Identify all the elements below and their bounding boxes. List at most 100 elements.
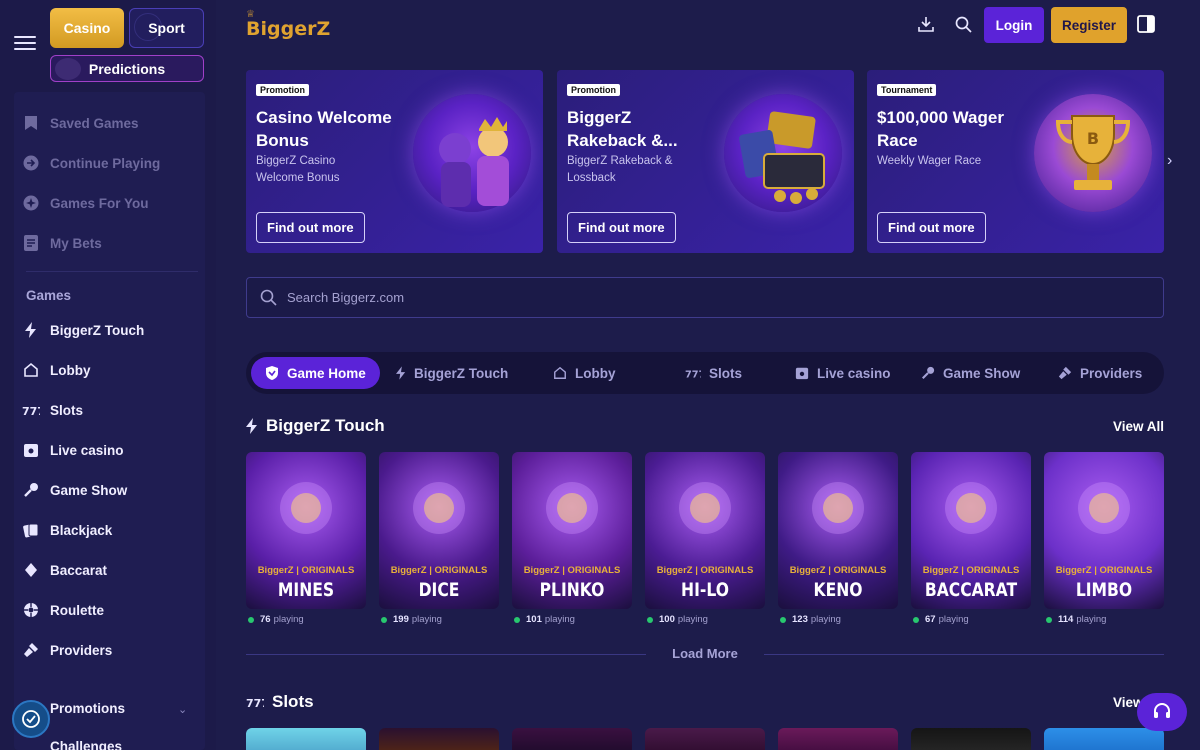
find-out-more-button[interactable]: Find out more bbox=[567, 212, 676, 243]
promo-card-wager-race[interactable]: Tournament $100,000 Wager Race Weekly Wa… bbox=[867, 70, 1164, 253]
tab-game-home[interactable]: Game Home bbox=[251, 357, 380, 389]
cookie-settings-button[interactable] bbox=[12, 700, 50, 738]
originals-badge: BiggerZ | ORIGINALS bbox=[656, 565, 754, 576]
tab-lobby[interactable]: Lobby bbox=[553, 357, 616, 389]
players-number: 76 bbox=[260, 614, 271, 625]
sidebar-item-label: Promotions bbox=[50, 700, 126, 716]
casino-button[interactable]: Casino bbox=[50, 8, 124, 48]
live-casino-icon bbox=[22, 441, 40, 459]
promo-title: Casino Welcome Bonus bbox=[256, 108, 392, 150]
sidebar-item-continue-playing[interactable]: Continue Playing bbox=[22, 152, 160, 174]
sidebar-item-blackjack[interactable]: Blackjack bbox=[22, 519, 112, 541]
slot-game-thumb[interactable] bbox=[911, 728, 1031, 750]
sport-button[interactable]: Sport bbox=[129, 8, 204, 48]
players-number: 114 bbox=[1058, 614, 1074, 625]
slot-game-thumb[interactable] bbox=[512, 728, 632, 750]
sidebar-item-label: My Bets bbox=[50, 235, 102, 251]
tab-game-show[interactable]: Game Show bbox=[921, 357, 1020, 389]
players-suffix: playing bbox=[810, 614, 841, 625]
game-title: HI-LO bbox=[681, 579, 729, 601]
sidebar-item-challenges[interactable]: Challenges bbox=[22, 735, 122, 750]
sidebar-item-label: Challenges bbox=[50, 738, 123, 750]
tab-biggerz-touch[interactable]: BiggerZ Touch bbox=[396, 357, 508, 389]
promo-card-rakeback[interactable]: Promotion BiggerZ Rakeback &... BiggerZ … bbox=[557, 70, 854, 253]
sidebar-item-label: BiggerZ Touch bbox=[50, 322, 145, 338]
baccarat-icon bbox=[22, 561, 40, 579]
game-card-mines[interactable]: BiggerZ | ORIGINALS MINES bbox=[246, 452, 366, 609]
login-button[interactable]: Login bbox=[984, 7, 1044, 43]
support-chat-button[interactable] bbox=[1137, 693, 1187, 731]
sidebar-toggle-icon[interactable] bbox=[1136, 14, 1156, 34]
slots-icon: 777 bbox=[22, 401, 40, 419]
headset-icon bbox=[1154, 703, 1170, 718]
sidebar-item-live-casino[interactable]: Live casino bbox=[22, 439, 124, 461]
game-card-keno[interactable]: BiggerZ | ORIGINALS KENO bbox=[778, 452, 898, 609]
crown-icon: ♕ bbox=[246, 9, 255, 20]
sidebar-item-label: Lobby bbox=[50, 362, 91, 378]
sidebar-item-baccarat[interactable]: Baccarat bbox=[22, 559, 107, 581]
search-input[interactable] bbox=[287, 290, 887, 305]
casino-label: Casino bbox=[63, 20, 111, 36]
tab-live-casino[interactable]: Live casino bbox=[795, 357, 891, 389]
sidebar-item-label: Continue Playing bbox=[50, 155, 161, 171]
find-out-more-button[interactable]: Find out more bbox=[877, 212, 986, 243]
slot-game-thumb[interactable] bbox=[778, 728, 898, 750]
menu-icon[interactable] bbox=[14, 36, 36, 54]
sidebar-item-my-bets[interactable]: My Bets bbox=[22, 232, 102, 254]
tab-slots[interactable]: 777 Slots bbox=[685, 357, 742, 389]
sidebar-item-providers[interactable]: Providers bbox=[22, 639, 112, 661]
load-more-button[interactable]: Load More bbox=[646, 646, 764, 661]
cookie-settings-icon bbox=[22, 710, 40, 728]
sidebar-item-biggerz-touch[interactable]: BiggerZ Touch bbox=[22, 319, 144, 341]
promo-card-welcome[interactable]: Promotion Casino Welcome Bonus BiggerZ C… bbox=[246, 70, 543, 253]
search-icon[interactable] bbox=[953, 14, 973, 34]
download-icon[interactable] bbox=[916, 14, 936, 34]
players-suffix: playing bbox=[677, 614, 708, 625]
game-card-hi-lo[interactable]: BiggerZ | ORIGINALS HI-LO bbox=[645, 452, 765, 609]
game-artwork bbox=[399, 472, 479, 547]
chevron-down-icon[interactable]: ⌄ bbox=[178, 703, 187, 716]
sidebar-item-games-for-you[interactable]: Games For You bbox=[22, 192, 149, 214]
players-count: 199 playing bbox=[381, 614, 442, 625]
view-all-link[interactable]: View All bbox=[1113, 419, 1164, 434]
online-dot-icon bbox=[248, 616, 254, 623]
sidebar-item-label: Saved Games bbox=[50, 115, 139, 131]
game-artwork bbox=[1064, 472, 1144, 547]
logo[interactable]: ♕ BiggerZ bbox=[246, 9, 330, 40]
game-card-plinko[interactable]: BiggerZ | ORIGINALS PLINKO bbox=[512, 452, 632, 609]
trophy-icon: B bbox=[1034, 94, 1152, 212]
microphone-icon bbox=[921, 366, 935, 380]
predictions-button[interactable]: Predictions bbox=[50, 55, 204, 82]
tab-label: Game Show bbox=[943, 365, 1021, 381]
players-suffix: playing bbox=[411, 614, 442, 625]
game-card-baccarat[interactable]: BiggerZ | ORIGINALS BACCARAT bbox=[911, 452, 1031, 609]
sidebar-item-label: Baccarat bbox=[50, 562, 108, 578]
sidebar-item-lobby[interactable]: Lobby bbox=[22, 359, 91, 381]
slots-icon: 777 bbox=[685, 367, 701, 379]
login-label: Login bbox=[995, 17, 1033, 33]
sidebar: Casino Sport Predictions Saved Games Con… bbox=[0, 0, 216, 750]
originals-badge: BiggerZ | ORIGINALS bbox=[1055, 565, 1153, 576]
game-title: MINES bbox=[277, 579, 335, 601]
slot-game-thumb[interactable] bbox=[1044, 728, 1164, 750]
sidebar-item-slots[interactable]: 777 Slots bbox=[22, 399, 83, 421]
sidebar-item-roulette[interactable]: Roulette bbox=[22, 599, 104, 621]
home-icon bbox=[553, 366, 567, 380]
find-out-more-button[interactable]: Find out more bbox=[256, 212, 365, 243]
divider bbox=[764, 654, 1164, 655]
tab-providers[interactable]: Providers bbox=[1058, 357, 1142, 389]
sidebar-item-game-show[interactable]: Game Show bbox=[22, 479, 127, 501]
online-dot-icon bbox=[780, 616, 786, 623]
search-bar[interactable] bbox=[246, 277, 1164, 318]
slot-game-thumb[interactable] bbox=[246, 728, 366, 750]
slot-game-thumb[interactable] bbox=[645, 728, 765, 750]
game-card-dice[interactable]: BiggerZ | ORIGINALS DICE bbox=[379, 452, 499, 609]
tab-label: Providers bbox=[1080, 365, 1143, 381]
shield-icon bbox=[265, 366, 279, 380]
sidebar-item-label: Roulette bbox=[50, 602, 104, 618]
sidebar-item-saved-games[interactable]: Saved Games bbox=[22, 112, 139, 134]
carousel-next-icon[interactable]: › bbox=[1167, 152, 1172, 170]
slot-game-thumb[interactable] bbox=[379, 728, 499, 750]
register-button[interactable]: Register bbox=[1051, 7, 1127, 43]
game-card-limbo[interactable]: BiggerZ | ORIGINALS LIMBO bbox=[1044, 452, 1164, 609]
